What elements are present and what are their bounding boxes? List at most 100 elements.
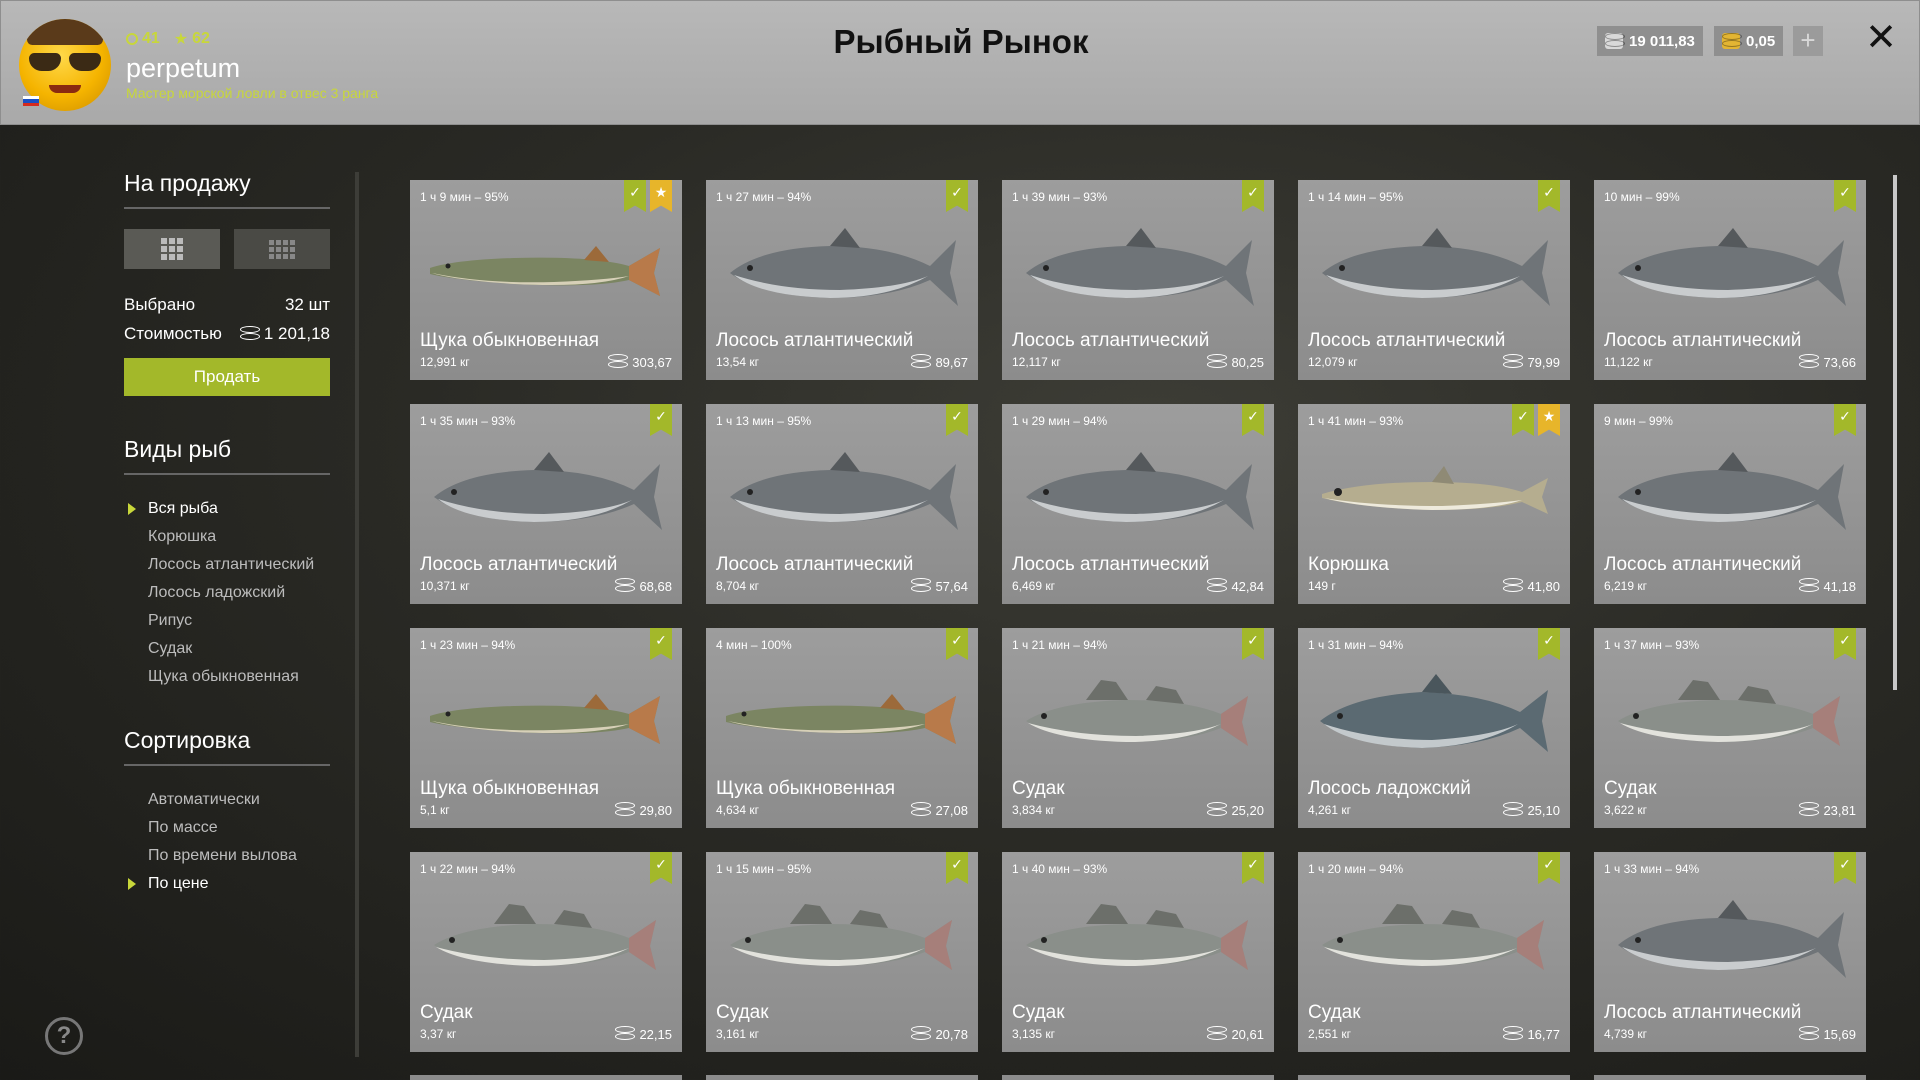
sidebar: На продажу Выбрано 32 шт Стоимостью 1 20… — [124, 170, 330, 934]
fish-card[interactable]: 9 мин – 99% ✓ Лосось атлантический 6,219… — [1594, 404, 1866, 604]
fish-card[interactable]: 1 ч 33 мин – 94% ✓ Лосось атлантический … — [1594, 852, 1866, 1052]
close-button[interactable]: ✕ — [1864, 19, 1898, 57]
selected-check-icon[interactable]: ✓ — [1242, 404, 1264, 436]
fish-card[interactable]: 1 ч 23 мин – 94% ✓ Щука обыкновенная 5,1… — [410, 628, 682, 828]
selected-check-icon[interactable]: ✓ — [946, 404, 968, 436]
selected-check-icon[interactable]: ✓ — [624, 180, 646, 212]
fish-card[interactable]: 1 ч 15 мин – 95% ✓ Судак 3,161 кг 20,78 — [706, 852, 978, 1052]
favorite-star-icon[interactable]: ★ — [650, 180, 672, 212]
silver-coin-icon — [1799, 354, 1820, 370]
selected-check-icon[interactable]: ✓ — [650, 628, 672, 660]
sort-option[interactable]: По цене — [124, 870, 330, 898]
fish-card[interactable]: 1 ч 35 мин – 93% ✓ Лосось атлантический … — [410, 404, 682, 604]
fish-card[interactable]: 1 ч 29 мин – 94% ✓ Лосось атлантический … — [1002, 404, 1274, 604]
fish-price: 27,08 — [911, 802, 968, 818]
species-filter-item[interactable]: Рипус — [124, 607, 330, 635]
fish-name: Лосось атлантический — [1308, 330, 1506, 351]
silver-coin-icon — [615, 1026, 636, 1042]
selected-check-icon[interactable]: ✓ — [1538, 180, 1560, 212]
selected-check-icon[interactable]: ✓ — [946, 852, 968, 884]
catch-time-freshness: 1 ч 14 мин – 95% — [1308, 190, 1404, 204]
fish-weight: 10,371 кг — [420, 579, 470, 593]
fish-weight: 4,739 кг — [1604, 1027, 1647, 1041]
species-filter-item[interactable]: Щука обыкновенная — [124, 663, 330, 691]
fish-card[interactable]: 1 ч 20 мин – 94% ✓ Судак 2,551 кг 16,77 — [1298, 852, 1570, 1052]
fish-weight: 3,834 кг — [1012, 803, 1055, 817]
fish-name: Лосось атлантический — [1604, 330, 1802, 351]
help-icon[interactable]: ? — [45, 1017, 83, 1055]
fish-name: Судак — [1012, 1002, 1065, 1023]
selected-check-icon[interactable]: ✓ — [1834, 404, 1856, 436]
salmon-fish-icon — [1618, 228, 1846, 306]
fish-card[interactable]: 1 ч 22 мин – 94% ✓ Судак 3,37 кг 22,15 — [410, 852, 682, 1052]
fish-name: Лосось атлантический — [1604, 1002, 1802, 1023]
catch-time-freshness: 1 ч 9 мин – 95% — [420, 190, 509, 204]
selected-check-icon[interactable]: ✓ — [650, 404, 672, 436]
selected-check-icon[interactable]: ✓ — [1242, 628, 1264, 660]
silver-coin-icon — [1503, 578, 1524, 594]
card-marks: ✓ ★ — [1512, 404, 1560, 436]
fish-card[interactable]: 1 ч 14 мин – 95% ✓ Лосось атлантический … — [1298, 180, 1570, 380]
species-filter-item[interactable]: Лосось атлантический — [124, 551, 330, 579]
fish-weight: 11,122 кг — [1604, 355, 1653, 369]
card-marks: ✓ — [650, 404, 672, 436]
selected-check-icon[interactable]: ✓ — [1512, 404, 1534, 436]
species-filter-item[interactable]: Корюшка — [124, 523, 330, 551]
catch-time-freshness: 1 ч 39 мин – 93% — [1012, 190, 1108, 204]
selected-check-icon[interactable]: ✓ — [946, 628, 968, 660]
zander-fish-icon — [730, 904, 952, 970]
fish-card[interactable]: 1 ч 13 мин – 95% ✓ Лосось атлантический … — [706, 404, 978, 604]
card-marks: ✓ — [650, 628, 672, 660]
card-marks: ✓ — [1834, 180, 1856, 212]
selected-check-icon[interactable]: ✓ — [1834, 852, 1856, 884]
fish-card[interactable]: 1 ч 27 мин – 94% ✓ Лосось атлантический … — [706, 180, 978, 380]
fish-weight: 6,219 кг — [1604, 579, 1647, 593]
salmon-fish-icon — [730, 228, 958, 306]
fish-card[interactable]: 1 ч 31 мин – 94% ✓ Лосось ладожский 4,26… — [1298, 628, 1570, 828]
catch-time-freshness: 1 ч 31 мин – 94% — [1308, 638, 1404, 652]
salmon-fish-icon — [730, 452, 958, 530]
large-grid-view-button[interactable] — [124, 229, 220, 269]
fish-name: Щука обыкновенная — [420, 330, 600, 351]
species-filter-item[interactable]: Судак — [124, 635, 330, 663]
species-filter-item[interactable]: Лосось ладожский — [124, 579, 330, 607]
fish-name: Лосось атлантический — [716, 330, 914, 351]
fish-name: Судак — [1012, 778, 1065, 799]
selected-check-icon[interactable]: ✓ — [1834, 180, 1856, 212]
add-currency-button[interactable]: + — [1793, 26, 1823, 56]
salmon-fish-icon — [434, 452, 662, 530]
fish-price: 23,81 — [1799, 802, 1856, 818]
fish-name: Лосось ладожский — [1308, 778, 1471, 799]
catch-time-freshness: 1 ч 20 мин – 94% — [1308, 862, 1404, 876]
fish-card[interactable]: 10 мин – 99% ✓ Лосось атлантический 11,1… — [1594, 180, 1866, 380]
fish-card[interactable]: 1 ч 9 мин – 95% ✓ ★ Щука обыкновенная 12… — [410, 180, 682, 380]
fish-price: 79,99 — [1503, 354, 1560, 370]
sort-option[interactable]: По времени вылова — [124, 842, 330, 870]
species-filter-item[interactable]: Вся рыба — [124, 495, 330, 523]
catch-time-freshness: 1 ч 41 мин – 93% — [1308, 414, 1404, 428]
fish-card[interactable]: 1 ч 41 мин – 93% ✓ ★ Корюшка 149 г 41,80 — [1298, 404, 1570, 604]
scrollbar[interactable] — [1893, 175, 1897, 690]
selected-check-icon[interactable]: ✓ — [1538, 852, 1560, 884]
selected-check-icon[interactable]: ✓ — [1834, 628, 1856, 660]
fish-price: 41,18 — [1799, 578, 1856, 594]
sort-option[interactable]: По массе — [124, 814, 330, 842]
selected-check-icon[interactable]: ✓ — [1538, 628, 1560, 660]
fish-card[interactable]: 4 мин – 100% ✓ Щука обыкновенная 4,634 к… — [706, 628, 978, 828]
fish-card[interactable]: 1 ч 39 мин – 93% ✓ Лосось атлантический … — [1002, 180, 1274, 380]
fish-weight: 3,161 кг — [716, 1027, 759, 1041]
fish-card[interactable]: 1 ч 40 мин – 93% ✓ Судак 3,135 кг 20,61 — [1002, 852, 1274, 1052]
fish-price: 22,15 — [615, 1026, 672, 1042]
selected-check-icon[interactable]: ✓ — [1242, 180, 1264, 212]
selected-check-icon[interactable]: ✓ — [650, 852, 672, 884]
selected-check-icon[interactable]: ✓ — [946, 180, 968, 212]
sort-option[interactable]: Автоматически — [124, 786, 330, 814]
favorite-star-icon[interactable]: ★ — [1538, 404, 1560, 436]
fish-card[interactable]: 1 ч 37 мин – 93% ✓ Судак 3,622 кг 23,81 — [1594, 628, 1866, 828]
sell-button[interactable]: Продать — [124, 358, 330, 396]
small-grid-view-button[interactable] — [234, 229, 330, 269]
fish-price: 80,25 — [1207, 354, 1264, 370]
salmon-fish-icon — [1322, 228, 1550, 306]
selected-check-icon[interactable]: ✓ — [1242, 852, 1264, 884]
fish-card[interactable]: 1 ч 21 мин – 94% ✓ Судак 3,834 кг 25,20 — [1002, 628, 1274, 828]
